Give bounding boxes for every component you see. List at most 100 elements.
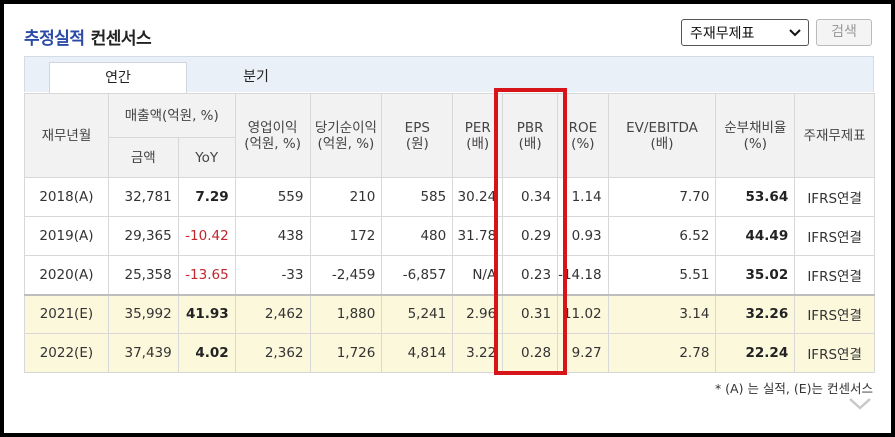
statement-type-select[interactable]: 주재무제표	[681, 19, 809, 46]
header-sales-yoy: YoY	[177, 137, 236, 178]
cell-year: 2019(A)	[24, 216, 109, 256]
cell-ev: 2.78	[607, 333, 717, 373]
cell-roe: 1.14	[557, 177, 609, 217]
header-pbr: PBR (배)	[502, 93, 559, 178]
cell-year: 2022(E)	[24, 333, 109, 373]
header-sales-amount: 금액	[107, 137, 179, 178]
cell-yoy: 7.29	[177, 177, 236, 217]
cell-eps: -6,857	[381, 255, 454, 295]
cell-debt: 22.24	[715, 333, 796, 373]
cell-yoy: -10.42	[177, 216, 236, 256]
cell-sales: 35,992	[107, 293, 179, 334]
table-row: 2018(A) 32,781 7.29 559 210 585 30.24 0.…	[24, 177, 875, 217]
cell-std: IFRS연결	[794, 255, 875, 295]
header-roe-label: ROE	[568, 119, 598, 136]
cell-ev: 3.14	[607, 293, 717, 334]
cell-debt: 32.26	[715, 293, 796, 334]
cell-pbr: 0.23	[502, 255, 559, 295]
cell-op: 438	[234, 216, 311, 256]
header-pbr-unit: (배)	[518, 135, 542, 152]
header-per: PER (배)	[452, 93, 504, 178]
header-statement-type: 주재무제표	[794, 93, 875, 178]
cell-ev: 7.70	[607, 177, 717, 217]
cell-yoy: 41.93	[177, 293, 236, 334]
cell-net: 210	[309, 177, 383, 217]
header-net-debt-ratio: 순부채비율 (%)	[715, 93, 796, 178]
header-debt-unit: (%)	[743, 135, 767, 152]
chevron-down-icon	[789, 29, 801, 37]
cell-per: 2.96	[452, 293, 504, 334]
period-tabs: 연간 분기	[24, 56, 874, 93]
select-value: 주재무제표	[690, 26, 755, 42]
title-sub: 컨센서스	[90, 29, 152, 49]
cell-eps: 480	[381, 216, 454, 256]
cell-ev: 6.52	[607, 216, 717, 256]
cell-roe: -14.18	[557, 255, 609, 295]
header-per-label: PER	[464, 119, 491, 136]
header-net-profit: 당기순이익 (억원, %)	[309, 93, 383, 178]
header-roe-unit: (%)	[571, 135, 595, 152]
cell-eps: 5,241	[381, 293, 454, 334]
cell-pbr: 0.31	[502, 293, 559, 334]
cell-roe: 9.27	[557, 333, 609, 373]
header-pbr-label: PBR	[516, 119, 544, 136]
cell-std: IFRS연결	[794, 177, 875, 217]
header-ev-label: EV/EBITDA	[626, 119, 698, 136]
header-debt-label: 순부채비율	[724, 119, 787, 136]
cell-std: IFRS연결	[794, 333, 875, 373]
header-eps-unit: (원)	[405, 135, 429, 152]
search-button[interactable]: 검색	[816, 19, 872, 46]
cell-sales: 29,365	[107, 216, 179, 256]
header-eps: EPS (원)	[381, 93, 454, 178]
cell-year: 2021(E)	[24, 293, 109, 334]
header-year: 재무년월	[24, 93, 109, 178]
cell-sales: 32,781	[107, 177, 179, 217]
cell-sales: 25,358	[107, 255, 179, 295]
cell-op: -33	[234, 255, 311, 295]
cell-std: IFRS연결	[794, 293, 875, 334]
header-per-unit: (배)	[466, 135, 490, 152]
table-row: 2022(E) 37,439 4.02 2,362 1,726 4,814 3.…	[24, 333, 875, 373]
cell-yoy: 4.02	[177, 333, 236, 373]
cell-debt: 44.49	[715, 216, 796, 256]
header-op-label: 영업이익	[247, 119, 298, 136]
cell-yoy: -13.65	[177, 255, 236, 295]
table-row: 2020(A) 25,358 -13.65 -33 -2,459 -6,857 …	[24, 255, 875, 295]
cell-pbr: 0.34	[502, 177, 559, 217]
cell-pbr: 0.29	[502, 216, 559, 256]
header-net-unit: (억원, %)	[317, 135, 375, 152]
cell-year: 2018(A)	[24, 177, 109, 217]
cell-op: 2,462	[234, 293, 311, 334]
table-row: 2019(A) 29,365 -10.42 438 172 480 31.78 …	[24, 216, 875, 256]
header-eps-label: EPS	[404, 119, 430, 136]
cell-year: 2020(A)	[24, 255, 109, 295]
cell-per: N/A	[452, 255, 504, 295]
cell-net: 1,880	[309, 293, 383, 334]
table-row: 2021(E) 35,992 41.93 2,462 1,880 5,241 2…	[24, 293, 875, 334]
cell-eps: 585	[381, 177, 454, 217]
cell-net: 172	[309, 216, 383, 256]
tab-quarterly[interactable]: 분기	[187, 62, 325, 93]
section-title: 추정실적 컨센서스	[24, 24, 152, 49]
header-sales-group: 매출액(억원, %)	[107, 93, 236, 138]
header-ev-ebitda: EV/EBITDA (배)	[607, 93, 717, 178]
title-main: 추정실적	[24, 29, 85, 49]
cell-debt: 53.64	[715, 177, 796, 217]
cell-per: 3.22	[452, 333, 504, 373]
consensus-table: 재무년월 매출액(억원, %) 영업이익 (억원, %) 당기순이익 (억원, %)…	[24, 93, 875, 373]
cell-net: -2,459	[309, 255, 383, 295]
chevron-down-icon[interactable]	[846, 395, 874, 413]
cell-pbr: 0.28	[502, 333, 559, 373]
header-op-unit: (억원, %)	[244, 135, 301, 152]
cell-per: 30.24	[452, 177, 504, 217]
cell-ev: 5.51	[607, 255, 717, 295]
tab-annual[interactable]: 연간	[49, 62, 187, 93]
cell-op: 2,362	[234, 333, 311, 373]
cell-roe: 0.93	[557, 216, 609, 256]
cell-net: 1,726	[309, 333, 383, 373]
cell-op: 559	[234, 177, 311, 217]
header-roe: ROE (%)	[557, 93, 609, 178]
cell-debt: 35.02	[715, 255, 796, 295]
cell-per: 31.78	[452, 216, 504, 256]
cell-std: IFRS연결	[794, 216, 875, 256]
